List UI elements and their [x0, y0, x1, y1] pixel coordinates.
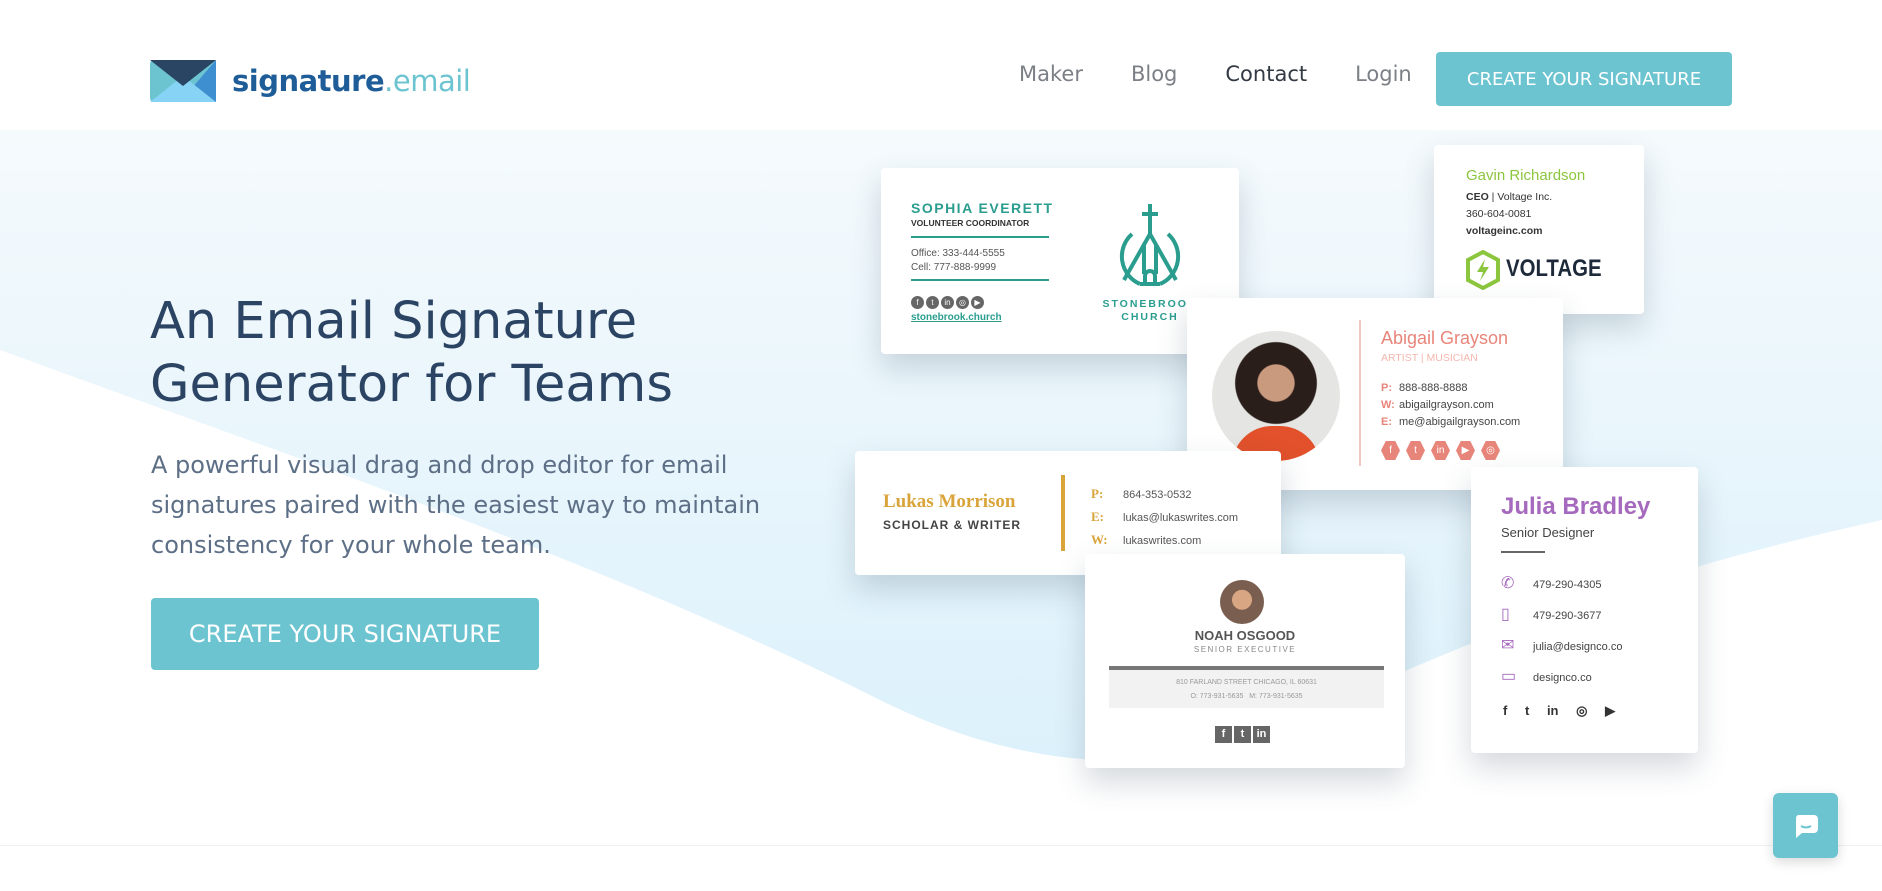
nav-create-signature-button[interactable]: CREATE YOUR SIGNATURE — [1436, 52, 1732, 106]
instagram-icon: ◎ — [1481, 441, 1500, 460]
hero-create-signature-button[interactable]: CREATE YOUR SIGNATURE — [151, 598, 539, 670]
avatar — [1212, 331, 1340, 461]
voltage-logo-text: VOLTAGE — [1506, 255, 1602, 282]
card-contacts: P: 888-888-8888 W: abigailgrayson.com E: me… — [1381, 382, 1521, 428]
twitter-icon: t — [1406, 441, 1425, 460]
card-title: VOLUNTEER COORDINATOR — [911, 218, 1030, 228]
divider — [1359, 320, 1361, 466]
card-name: Lukas Morrison — [883, 491, 1016, 512]
signature-card-julia: Julia Bradley Senior Designer ✆ 479-290-4… — [1471, 467, 1698, 753]
youtube-icon: ▶ — [1605, 703, 1616, 718]
card-link: stonebrook.church — [911, 312, 1002, 323]
card-title: SENIOR EXECUTIVE — [1193, 645, 1297, 654]
social-icons: f t in ◎ ▶ — [1503, 703, 1615, 719]
signature-card-gavin: Gavin Richardson CEO | Voltage Inc. 360-… — [1434, 145, 1644, 314]
facebook-icon: f — [1381, 441, 1400, 460]
signature-card-sophia: SOPHIA EVERETT VOLUNTEER COORDINATOR Off… — [881, 168, 1239, 354]
card-name: Gavin Richardson — [1466, 167, 1586, 184]
card-name: Abigail Grayson — [1381, 328, 1509, 348]
card-web: voltageinc.com — [1466, 225, 1543, 237]
linkedin-icon: in — [941, 296, 954, 309]
divider — [1501, 551, 1545, 553]
card-name: Julia Bradley — [1501, 493, 1651, 520]
card-contacts: ✆ 479-290-4305 ▯ 479-290-3677 ✉ julia@desig… — [1501, 569, 1622, 693]
phone-icon: ✆ — [1501, 575, 1515, 592]
card-title: SCHOLAR & WRITER — [883, 518, 1021, 532]
instagram-icon: ◎ — [956, 296, 969, 309]
brand-name: signature.email — [232, 64, 471, 98]
social-icons: f t in ▶ ◎ — [1381, 440, 1506, 460]
card-title: Senior Designer — [1501, 525, 1595, 540]
mail-icon: ✉ — [1501, 637, 1515, 654]
twitter-icon: t — [1234, 725, 1251, 743]
twitter-icon: t — [1524, 703, 1530, 718]
brand-logo[interactable]: signature.email — [150, 60, 471, 102]
youtube-icon: ▶ — [971, 296, 984, 309]
twitter-icon: t — [926, 296, 939, 309]
linkedin-icon: in — [1546, 703, 1559, 718]
divider — [911, 236, 1049, 238]
envelope-logo-icon — [150, 60, 216, 102]
signature-card-noah: NOAH OSGOOD SENIOR EXECUTIVE 810 FARLAND… — [1085, 554, 1405, 768]
social-icons: f t in — [1215, 724, 1272, 743]
facebook-icon: f — [1215, 725, 1232, 743]
linkedin-icon: in — [1431, 441, 1450, 460]
divider — [911, 279, 1049, 281]
nav-maker[interactable]: Maker — [1019, 62, 1083, 86]
youtube-icon: ▶ — [1456, 441, 1475, 460]
church-logo-icon — [1119, 204, 1181, 286]
chat-bubble-icon — [1795, 814, 1818, 838]
monitor-icon: ▭ — [1501, 668, 1517, 685]
card-role: CEO | Voltage Inc. — [1466, 191, 1553, 203]
nav-contact[interactable]: Contact — [1225, 62, 1307, 86]
card-phone: 360-604-0081 — [1466, 208, 1532, 220]
card-name: SOPHIA EVERETT — [911, 200, 1054, 216]
card-name: NOAH OSGOOD — [1194, 628, 1296, 643]
facebook-icon: f — [911, 296, 924, 309]
section-divider — [0, 845, 1882, 846]
facebook-icon: f — [1503, 703, 1508, 718]
address-block: 810 FARLAND STREET CHICAGO, IL 60631 O: … — [1109, 666, 1384, 708]
lightning-bolt-logo-icon — [1466, 250, 1500, 290]
card-cell: Cell: 777-888-9999 — [911, 262, 997, 273]
card-contacts: P: 864-353-0532 E: lukas@lukaswrites.com W… — [1091, 486, 1239, 547]
avatar — [1220, 580, 1264, 624]
nav-blog[interactable]: Blog — [1131, 62, 1177, 86]
chat-widget-button[interactable] — [1773, 793, 1838, 858]
instagram-icon: ◎ — [1576, 703, 1588, 718]
hero-lead: A powerful visual drag and drop editor f… — [151, 451, 761, 559]
mobile-icon: ▯ — [1501, 606, 1510, 623]
linkedin-icon: in — [1253, 725, 1270, 743]
hero-title: An Email Signature Generator for Teams — [150, 292, 673, 414]
divider — [1061, 475, 1065, 551]
nav-login[interactable]: Login — [1355, 62, 1412, 86]
social-icons: f t in ◎ ▶ — [911, 292, 986, 310]
card-title: ARTIST | MUSICIAN — [1381, 352, 1478, 364]
card-office: Office: 333-444-5555 — [911, 248, 1005, 259]
main-nav: Maker Blog Contact Login — [1019, 62, 1460, 86]
